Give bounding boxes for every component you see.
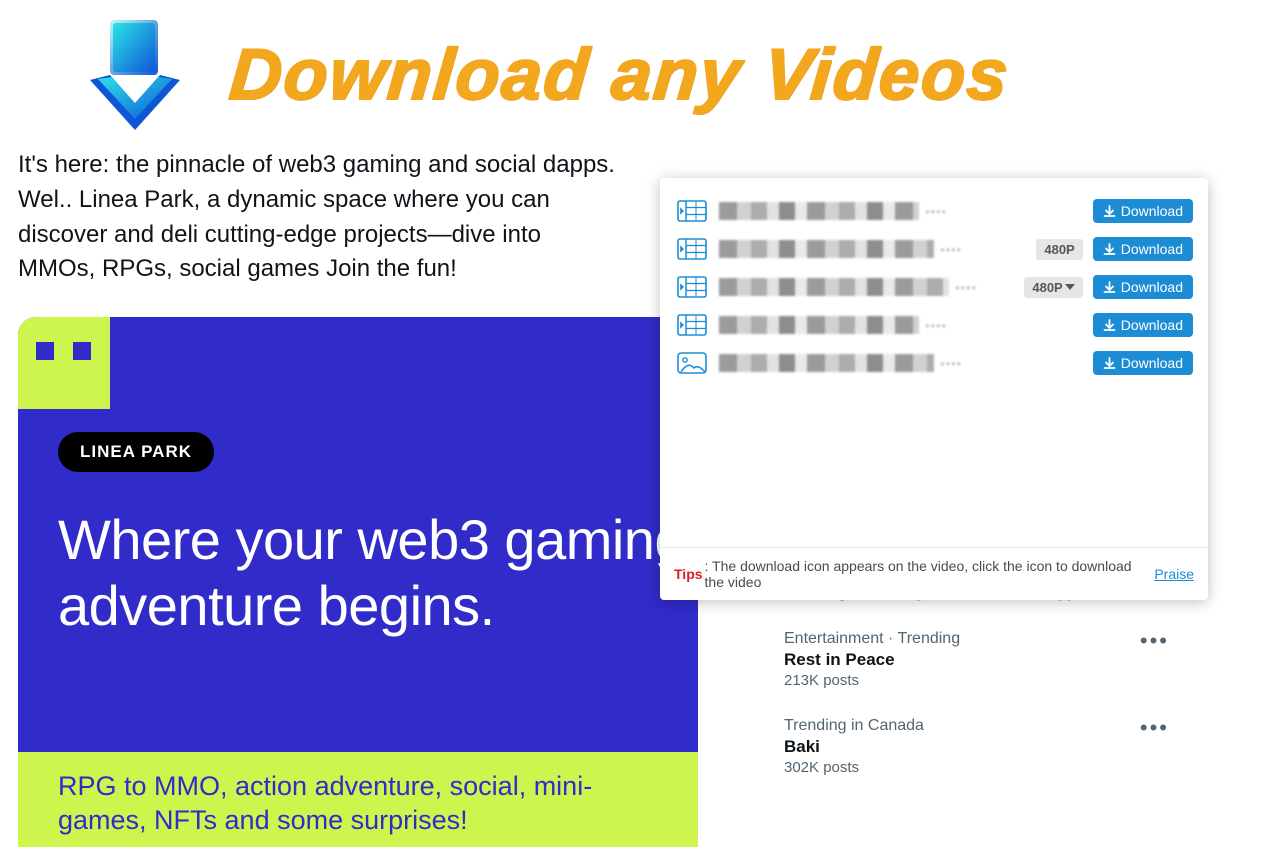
download-icon — [1103, 357, 1116, 370]
post-text: It's here: the pinnacle of web3 gaming a… — [18, 148, 618, 287]
download-row: Download — [660, 192, 1208, 230]
download-item-title — [719, 238, 1026, 260]
download-icon — [1103, 205, 1116, 218]
video-icon — [675, 199, 709, 223]
video-icon — [675, 313, 709, 337]
trend-category: Trending in Canada — [784, 717, 1167, 735]
trend-posts: 213K posts — [784, 672, 1167, 689]
download-logo-icon — [80, 15, 190, 135]
download-button-label: Download — [1121, 241, 1183, 257]
promo-card[interactable]: LINEA PARK Where your web3 gaming advent… — [18, 317, 698, 847]
trend-posts: 302K posts — [784, 759, 1167, 776]
download-icon — [1103, 319, 1116, 332]
trend-item[interactable]: ••• Entertainment · Trending Rest in Pea… — [768, 616, 1183, 703]
video-icon — [675, 275, 709, 299]
quality-badge: 480P — [1036, 239, 1082, 260]
download-button[interactable]: Download — [1093, 275, 1193, 299]
download-item-title — [719, 200, 1083, 222]
banner-title: Download any Videos — [226, 34, 1013, 116]
download-button[interactable]: Download — [1093, 313, 1193, 337]
download-button[interactable]: Download — [1093, 199, 1193, 223]
tips-text: : The download icon appears on the video… — [705, 558, 1155, 590]
quality-dropdown[interactable]: 480P — [1024, 277, 1082, 298]
app-header: Download any Videos — [0, 0, 1280, 150]
trend-topic: Rest in Peace — [784, 650, 1167, 670]
promo-corner-decoration — [18, 317, 110, 409]
download-icon — [1103, 281, 1116, 294]
trend-item[interactable]: ••• Trending in Canada Baki 302K posts — [768, 703, 1183, 790]
download-button-label: Download — [1121, 317, 1183, 333]
more-icon[interactable]: ••• — [1136, 626, 1173, 656]
trend-topic: Baki — [784, 737, 1167, 757]
promo-headline: Where your web3 gaming adventure begins. — [58, 507, 698, 639]
download-button-label: Download — [1121, 279, 1183, 295]
download-icon — [1103, 243, 1116, 256]
download-row: 480P Download — [660, 230, 1208, 268]
download-item-title — [719, 276, 1014, 298]
more-icon[interactable]: ••• — [1136, 713, 1173, 743]
promo-subtext: RPG to MMO, action adventure, social, mi… — [58, 770, 658, 838]
downloader-popup: Download 480P Download 480P Download Download… — [660, 178, 1208, 600]
download-button-label: Download — [1121, 355, 1183, 371]
trending-column: Trending with Dragon Ball, Chrono Trigge… — [768, 570, 1183, 790]
promo-badge: LINEA PARK — [58, 432, 214, 472]
download-row: 480P Download — [660, 268, 1208, 306]
download-button[interactable]: Download — [1093, 237, 1193, 261]
download-button-label: Download — [1121, 203, 1183, 219]
image-icon — [675, 351, 709, 375]
download-row: Download — [660, 306, 1208, 344]
downloader-footer: Tips : The download icon appears on the … — [660, 547, 1208, 600]
praise-link[interactable]: Praise — [1154, 566, 1194, 582]
video-icon — [675, 237, 709, 261]
download-button[interactable]: Download — [1093, 351, 1193, 375]
chevron-down-icon — [1065, 284, 1075, 290]
download-row: Download — [660, 344, 1208, 382]
tips-label: Tips — [674, 566, 703, 582]
download-item-title — [719, 314, 1083, 336]
trend-category: Entertainment · Trending — [784, 630, 1167, 648]
download-item-title — [719, 352, 1083, 374]
